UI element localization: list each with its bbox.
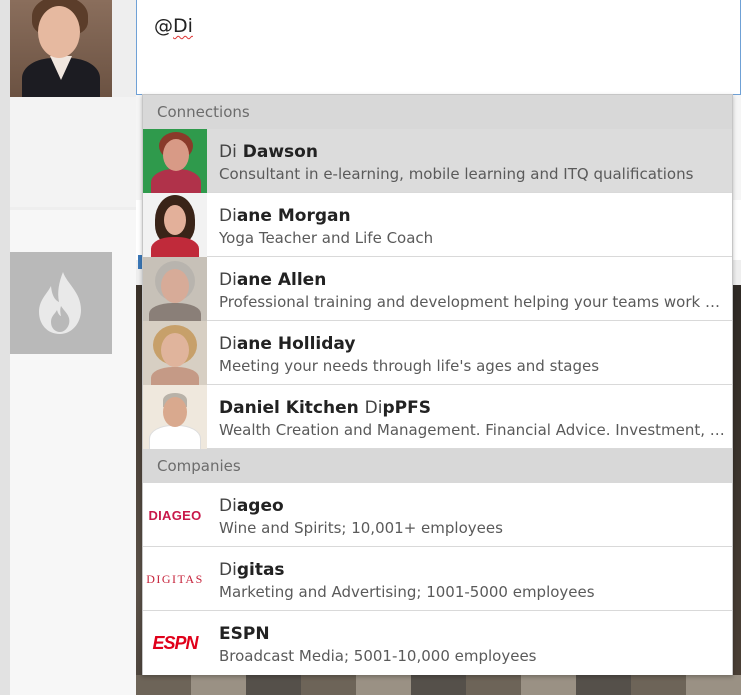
suggestion-diageo[interactable]: DIAGEO Diageo Wine and Spirits; 10,001+ …: [143, 483, 732, 547]
mention-typeahead: Connections Di Dawson Consultant in e-le…: [142, 94, 733, 675]
suggestion-di-dawson[interactable]: Di Dawson Consultant in e-learning, mobi…: [143, 129, 732, 193]
suggestion-diane-holliday[interactable]: Diane Holliday Meeting your needs throug…: [143, 321, 732, 385]
compose-textarea[interactable]: @Di: [136, 0, 741, 95]
suggestion-espn[interactable]: ESPN ESPN Broadcast Media; 5001-10,000 e…: [143, 611, 732, 675]
current-user-avatar[interactable]: [10, 0, 112, 97]
suggestion-digitas[interactable]: DIGITAS Digitas Marketing and Advertisin…: [143, 547, 732, 611]
suggestion-headline: Professional training and development he…: [219, 293, 725, 311]
compose-text: @Di: [154, 15, 193, 37]
connections-header: Connections: [143, 95, 732, 129]
suggestion-name: Digitas: [219, 560, 285, 580]
suggestion-headline: Meeting your needs through life's ages a…: [219, 357, 600, 375]
suggestion-name: Diageo: [219, 496, 284, 516]
suggestion-name: ESPN: [219, 624, 270, 644]
espn-logo: ESPN: [152, 632, 198, 653]
suggestion-industry: Wine and Spirits; 10,001+ employees: [219, 519, 503, 537]
suggestion-industry: Marketing and Advertising; 1001-5000 emp…: [219, 583, 595, 601]
background-panel: [10, 97, 136, 207]
suggestion-diane-allen[interactable]: Diane Allen Professional training and de…: [143, 257, 732, 321]
digitas-logo: DIGITAS: [146, 571, 204, 586]
avatar: [143, 321, 207, 385]
flame-icon[interactable]: [10, 252, 112, 354]
suggestion-headline: Wealth Creation and Management. Financia…: [219, 421, 725, 439]
suggestion-headline: Yoga Teacher and Life Coach: [219, 229, 434, 247]
suggestion-name: Daniel Kitchen DipPFS: [219, 398, 431, 418]
typed-query: Di: [173, 15, 193, 37]
suggestion-industry: Broadcast Media; 5001-10,000 employees: [219, 647, 537, 665]
avatar: [143, 385, 207, 449]
suggestion-name: Di Dawson: [219, 142, 318, 162]
avatar: [143, 257, 207, 321]
at-sign: @: [154, 15, 173, 37]
background-photo-strip: [136, 675, 741, 695]
suggestion-diane-morgan[interactable]: Diane Morgan Yoga Teacher and Life Coach: [143, 193, 732, 257]
suggestion-name: Diane Holliday: [219, 334, 356, 354]
suggestion-name: Diane Allen: [219, 270, 327, 290]
suggestion-daniel-kitchen[interactable]: Daniel Kitchen DipPFS Wealth Creation an…: [143, 385, 732, 449]
diageo-logo: DIAGEO: [148, 507, 202, 523]
suggestion-headline: Consultant in e-learning, mobile learnin…: [219, 165, 694, 183]
companies-header: Companies: [143, 449, 732, 483]
page-left-edge: [0, 0, 10, 695]
suggestion-name: Diane Morgan: [219, 206, 351, 226]
avatar: [143, 129, 207, 193]
avatar: [143, 193, 207, 257]
